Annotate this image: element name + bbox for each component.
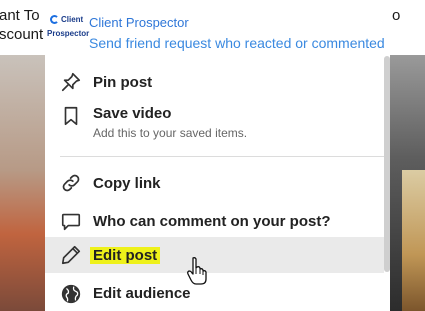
menu-item-edit-audience[interactable]: Edit audience [45, 279, 384, 311]
menu-divider [60, 156, 384, 157]
extension-action-link[interactable]: Send friend request who reacted or comme… [89, 35, 389, 51]
extension-suggestion[interactable]: Client Prospector Client Prospector Send… [45, 8, 390, 57]
background-text-line2: scount [0, 26, 44, 43]
link-icon [59, 171, 83, 195]
menu-item-label: Save video [93, 105, 172, 122]
hand-cursor-icon [187, 257, 207, 285]
client-prospector-logo: Client Prospector [47, 14, 90, 50]
background-text-line1: ant To [0, 7, 40, 24]
comment-icon [59, 209, 83, 233]
pencil-icon [59, 243, 83, 267]
background-text-right: o [392, 7, 401, 24]
menu-item-label: Pin post [93, 74, 153, 91]
menu-item-description: Add this to your saved items. [93, 126, 248, 140]
background-video-left [0, 55, 45, 311]
menu-item-label: Copy link [93, 175, 161, 192]
post-options-menu: Pin post Save video Add this to your sav… [45, 56, 390, 311]
menu-item-label: Who can comment on your post? [93, 213, 331, 230]
extension-title: Client Prospector [89, 15, 189, 30]
menu-item-who-can-comment[interactable]: Who can comment on your post? [45, 205, 384, 239]
menu-item-label: Edit post [90, 247, 161, 264]
logo-mark-icon [50, 15, 59, 24]
globe-icon [59, 282, 83, 306]
menu-item-pin-post[interactable]: Pin post [45, 66, 384, 100]
bookmark-icon [59, 104, 83, 128]
logo-word-client: Client [61, 15, 84, 24]
menu-item-label: Edit audience [93, 285, 191, 302]
menu-item-copy-link[interactable]: Copy link [45, 167, 384, 201]
menu-item-edit-post[interactable]: Edit post [45, 237, 384, 273]
background-lamp [402, 170, 425, 311]
pin-icon [59, 70, 83, 94]
menu-scrollbar[interactable] [384, 56, 390, 272]
logo-word-prospector: Prospector [47, 29, 90, 38]
menu-item-save-video[interactable]: Save video Add this to your saved items. [45, 100, 384, 146]
